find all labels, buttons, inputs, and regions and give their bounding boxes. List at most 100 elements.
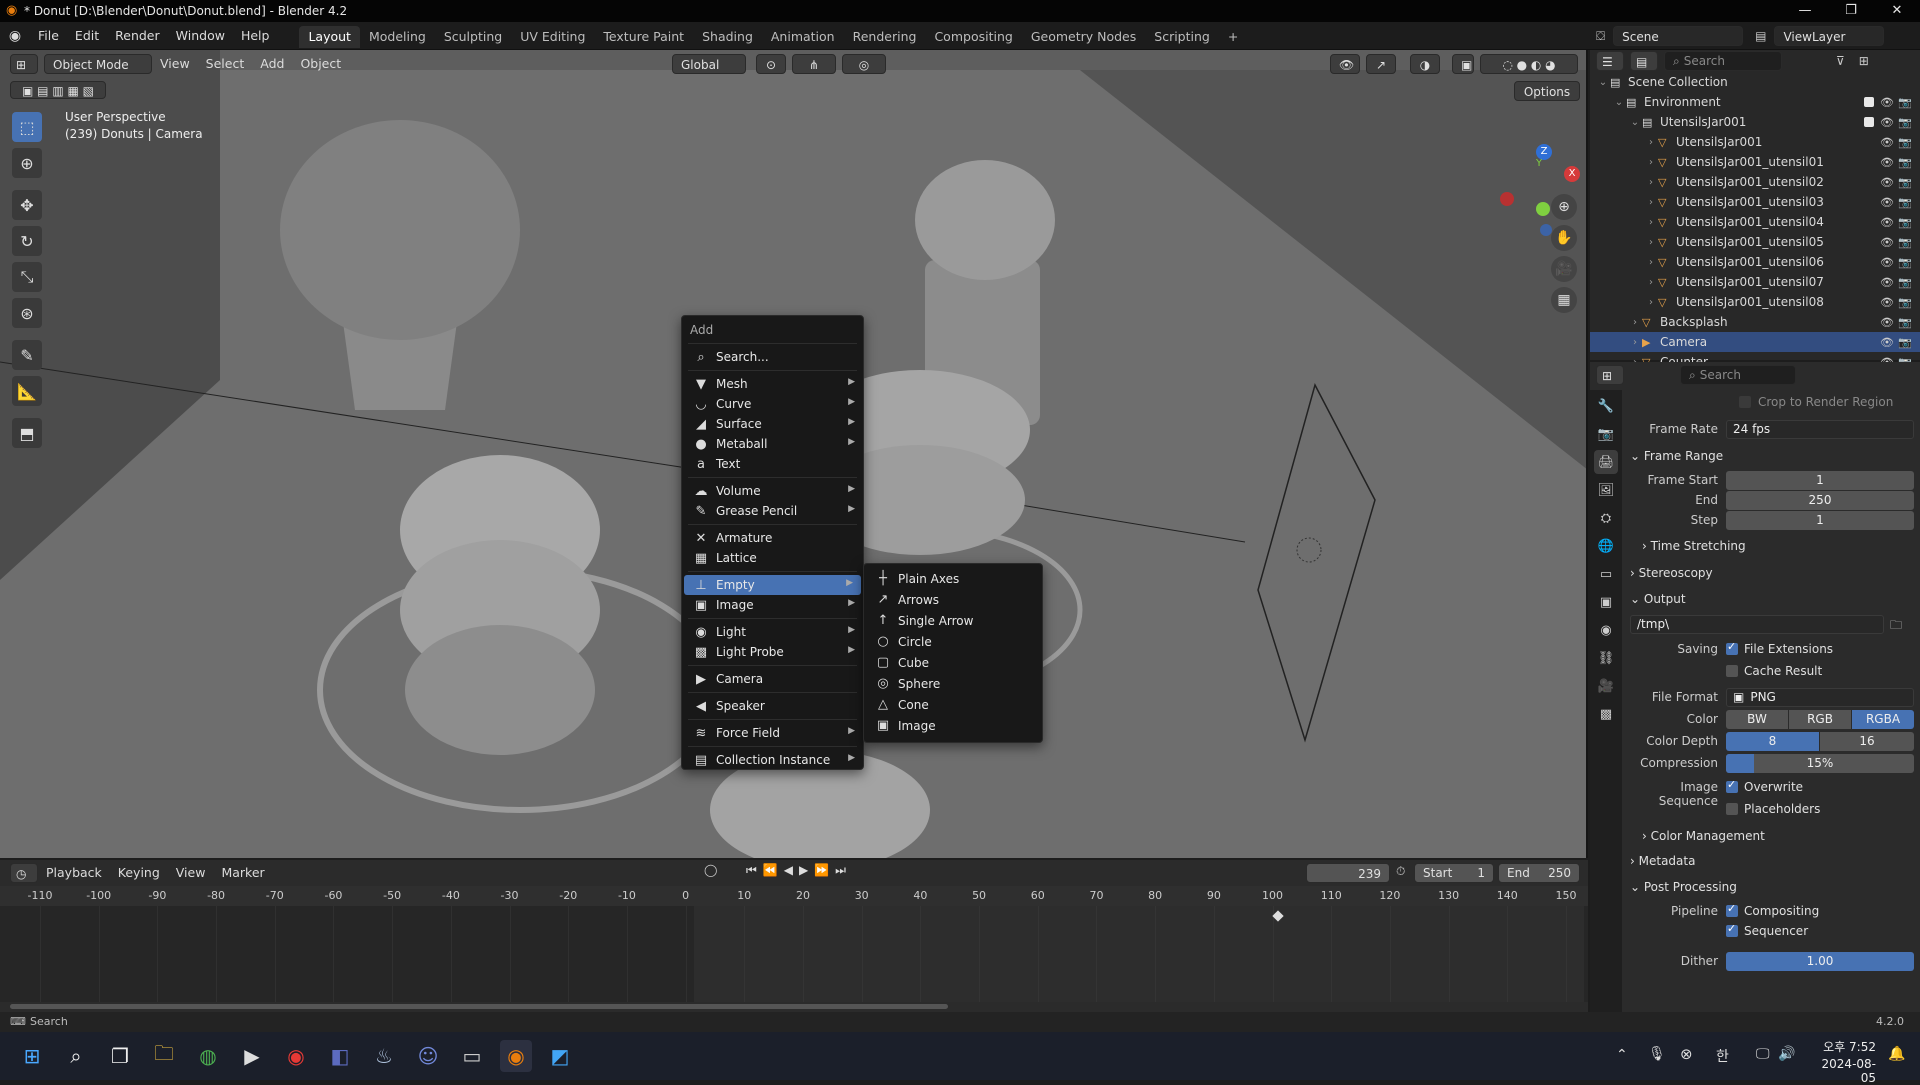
volume-icon[interactable]: 🔊: [1778, 1046, 1795, 1062]
timeline-menu-marker[interactable]: Marker: [213, 863, 272, 883]
network-icon[interactable]: 🖵: [1756, 1046, 1770, 1062]
exclude-checkbox[interactable]: [1864, 117, 1874, 127]
snap-icon[interactable]: ⋔: [792, 54, 836, 74]
placeholders-checkbox[interactable]: [1726, 803, 1738, 815]
outliner-row[interactable]: › ▽ UtensilsJar001_utensil01 👁 📷: [1590, 152, 1920, 172]
tab-texture-paint[interactable]: Texture Paint: [594, 26, 693, 48]
render-camera-icon[interactable]: 📷: [1898, 276, 1912, 289]
menu-help[interactable]: Help: [233, 22, 278, 50]
file-explorer-icon[interactable]: 🗀: [148, 1040, 180, 1072]
view-layer-selector[interactable]: ViewLayer: [1774, 26, 1885, 46]
paint-app-icon[interactable]: ◩: [544, 1040, 576, 1072]
add-menu-item-text[interactable]: a Text: [682, 454, 863, 474]
expand-icon[interactable]: ›: [1644, 297, 1658, 308]
render-camera-icon[interactable]: 📷: [1898, 116, 1912, 129]
empty-item-single-arrow[interactable]: ↑ Single Arrow: [864, 610, 1042, 631]
tool-tab-icon[interactable]: 🔧: [1594, 394, 1618, 418]
properties-panel[interactable]: ⊞ ⌕ Search 🔧 📷 🖨 🖼 ⛭ 🌐 ▭ ▣ ◉ ⛓ 🎥 ▩ Crop t…: [1590, 362, 1920, 1012]
timeline-menu-view[interactable]: View: [168, 863, 214, 883]
render-camera-icon[interactable]: 📷: [1898, 96, 1912, 109]
measure-tool-icon[interactable]: 📐: [12, 376, 42, 406]
start-frame-field[interactable]: Start 1: [1414, 863, 1494, 883]
empty-item-plain-axes[interactable]: ┼ Plain Axes: [864, 568, 1042, 589]
menu-file[interactable]: File: [30, 22, 67, 50]
stereoscopy-header[interactable]: › Stereoscopy: [1630, 566, 1713, 580]
tab-uv-editing[interactable]: UV Editing: [511, 26, 594, 48]
empty-item-sphere[interactable]: ◎ Sphere: [864, 673, 1042, 694]
visibility-eye-icon[interactable]: 👁: [1880, 116, 1894, 129]
add-menu-item-grease-pencil[interactable]: ✎ Grease Pencil ▶: [682, 501, 863, 521]
gizmo-neg-x[interactable]: [1500, 192, 1514, 206]
pivot-point-icon[interactable]: ⊙: [756, 54, 786, 74]
outliner-row[interactable]: › ▽ UtensilsJar001_utensil04 👁 📷: [1590, 212, 1920, 232]
empty-item-arrows[interactable]: ↗ Arrows: [864, 589, 1042, 610]
tab-animation[interactable]: Animation: [762, 26, 844, 48]
data-tab-icon[interactable]: 🎥: [1594, 674, 1618, 698]
visibility-eye-icon[interactable]: 👁: [1880, 236, 1894, 249]
menu-edit[interactable]: Edit: [67, 22, 107, 50]
frame-start-field[interactable]: 1: [1726, 471, 1914, 490]
task-view-icon[interactable]: ❐: [104, 1040, 136, 1072]
overwrite-checkbox[interactable]: [1726, 778, 1738, 793]
transform-orientation-dropdown[interactable]: Global: [672, 54, 746, 74]
outliner-row[interactable]: › ▽ UtensilsJar001_utensil06 👁 📷: [1590, 252, 1920, 272]
add-menu-item-force-field[interactable]: ≋ Force Field ▶: [682, 723, 863, 743]
metadata-header[interactable]: › Metadata: [1630, 854, 1695, 868]
ime-indicator[interactable]: 한: [1716, 1046, 1729, 1066]
viewport-menu-select[interactable]: Select: [198, 54, 253, 74]
collection-tab-icon[interactable]: ▭: [1594, 562, 1618, 586]
outliner-row[interactable]: › ▽ Backsplash 👁 📷: [1590, 312, 1920, 332]
scene-selector[interactable]: Scene: [1613, 26, 1744, 46]
viewport-menu-object[interactable]: Object: [292, 54, 349, 74]
viewport-menu-add[interactable]: Add: [252, 54, 292, 74]
search-icon[interactable]: ⌕: [60, 1040, 92, 1072]
steam-icon[interactable]: ♨: [368, 1040, 400, 1072]
auto-keying-icon[interactable]: ◯: [704, 863, 717, 877]
scene-tab-icon[interactable]: ⛭: [1594, 506, 1618, 530]
empty-item-image[interactable]: ▣ Image: [864, 715, 1042, 736]
visibility-eye-icon[interactable]: 👁: [1880, 196, 1894, 209]
annotate-tool-icon[interactable]: ✎: [12, 340, 42, 370]
visibility-icon[interactable]: 👁: [1330, 54, 1360, 74]
close-button[interactable]: ✕: [1874, 0, 1920, 22]
expand-icon[interactable]: ›: [1644, 137, 1658, 148]
expand-icon[interactable]: ›: [1644, 257, 1658, 268]
view-layer-tab-icon[interactable]: 🖼: [1594, 478, 1618, 502]
render-camera-icon[interactable]: 📷: [1898, 216, 1912, 229]
render-camera-icon[interactable]: 📷: [1898, 176, 1912, 189]
frame-end-field[interactable]: 250: [1726, 491, 1914, 510]
add-menu-item-surface[interactable]: ◢ Surface ▶: [682, 414, 863, 434]
outliner-row[interactable]: › ▽ UtensilsJar001_utensil03 👁 📷: [1590, 192, 1920, 212]
display-mode-icon[interactable]: ▤: [1630, 51, 1658, 71]
rotate-tool-icon[interactable]: ↻: [12, 226, 42, 256]
expand-icon[interactable]: ›: [1644, 277, 1658, 288]
crop-render-region-checkbox[interactable]: [1739, 396, 1751, 408]
add-menu-item-light-probe[interactable]: ▩ Light Probe ▶: [682, 642, 863, 662]
app-icon[interactable]: ◧: [324, 1040, 356, 1072]
youtube-music-icon[interactable]: ◉: [280, 1040, 312, 1072]
scale-tool-icon[interactable]: ⤡: [12, 262, 42, 292]
outliner-search-input[interactable]: ⌕ Search: [1664, 51, 1782, 71]
add-menu-item-empty[interactable]: ⊥ Empty ▶: [684, 575, 861, 595]
timeline-scrollbar[interactable]: [10, 1004, 948, 1009]
move-tool-icon[interactable]: ✥: [12, 190, 42, 220]
tray-app-icon[interactable]: ⊗: [1680, 1045, 1693, 1063]
tab-layout[interactable]: Layout: [299, 26, 360, 48]
timeline-editor-type-icon[interactable]: ◷: [10, 863, 38, 883]
render-camera-icon[interactable]: 📷: [1898, 296, 1912, 309]
perspective-toggle-icon[interactable]: ▦: [1551, 287, 1577, 313]
expand-icon[interactable]: ›: [1628, 317, 1642, 328]
notification-bell-icon[interactable]: 🔔: [1888, 1046, 1905, 1062]
editor-type-icon[interactable]: ⊞: [10, 54, 38, 74]
options-dropdown[interactable]: Options: [1514, 81, 1580, 101]
render-camera-icon[interactable]: 📷: [1898, 236, 1912, 249]
render-camera-icon[interactable]: 📷: [1898, 136, 1912, 149]
add-menu-item-image[interactable]: ▣ Image ▶: [682, 595, 863, 615]
expand-icon[interactable]: ›: [1644, 217, 1658, 228]
add-menu-item-metaball[interactable]: ● Metaball ▶: [682, 434, 863, 454]
compositing-checkbox[interactable]: [1726, 902, 1738, 917]
visibility-eye-icon[interactable]: 👁: [1880, 276, 1894, 289]
frame-range-header[interactable]: ⌄ Frame Range: [1630, 449, 1723, 463]
file-extensions-checkbox[interactable]: [1726, 640, 1738, 655]
add-menu-item-volume[interactable]: ☁ Volume ▶: [682, 481, 863, 501]
